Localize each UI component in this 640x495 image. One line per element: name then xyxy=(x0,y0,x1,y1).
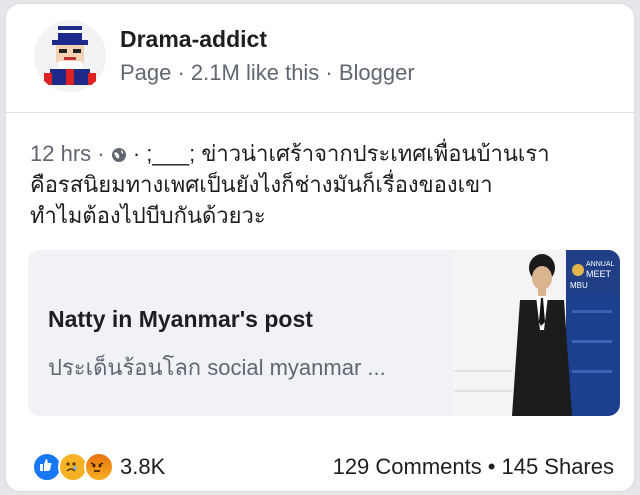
link-title[interactable]: Natty in Myanmar's post xyxy=(48,306,313,333)
link-thumbnail[interactable]: ANNUAL MEET MBU xyxy=(454,250,620,416)
post-text-line-1: · ;___; ข่าวน่าเศร้าจากประเทศเพื่อนบ้านเ… xyxy=(126,141,550,166)
page-avatar[interactable] xyxy=(34,20,106,92)
engagement-counts: 129 Comments • 145 Shares xyxy=(333,454,614,480)
reaction-count: 3.8K xyxy=(120,454,166,479)
post-card: Drama-addict Page · 2.1M like this · Blo… xyxy=(6,4,634,491)
banner-text-3: MBU xyxy=(570,281,588,290)
reactions-summary[interactable]: 3.8K xyxy=(32,452,165,482)
shares-count-link[interactable]: 145 Shares xyxy=(501,454,614,479)
link-subtitle: ประเด็นร้อนโลก social myanmar ... xyxy=(48,355,386,380)
person-photo-image: ANNUAL MEET MBU xyxy=(454,250,620,416)
globe-icon xyxy=(111,148,126,162)
post-text-line-3: ทำไมต้องไปบีบกันด้วยวะ xyxy=(30,203,266,228)
shared-link-card[interactable]: Natty in Myanmar's post ประเด็นร้อนโลก s… xyxy=(28,250,620,416)
header-divider xyxy=(6,112,634,113)
banner-text-1: ANNUAL xyxy=(586,261,615,268)
separator-dot: • xyxy=(487,454,496,479)
post-text-line-2: คือรสนิยมทางเพศเป็นยังไงก็ช่างมันก็เรื่อ… xyxy=(30,172,493,197)
page-name-link[interactable]: Drama-addict xyxy=(120,26,267,53)
uncle-sam-avatar-icon xyxy=(34,20,106,92)
comments-count-link[interactable]: 129 Comments xyxy=(333,454,482,479)
post-text: 12 hrs · · ;___; ข่าวน่าเศร้าจากประเทศเพ… xyxy=(30,138,610,231)
page-meta: Page · 2.1M like this · Blogger xyxy=(120,60,415,85)
banner-text-2: MEET xyxy=(586,269,612,279)
post-timestamp[interactable]: 12 hrs · xyxy=(30,141,105,166)
angry-icon xyxy=(84,452,114,482)
